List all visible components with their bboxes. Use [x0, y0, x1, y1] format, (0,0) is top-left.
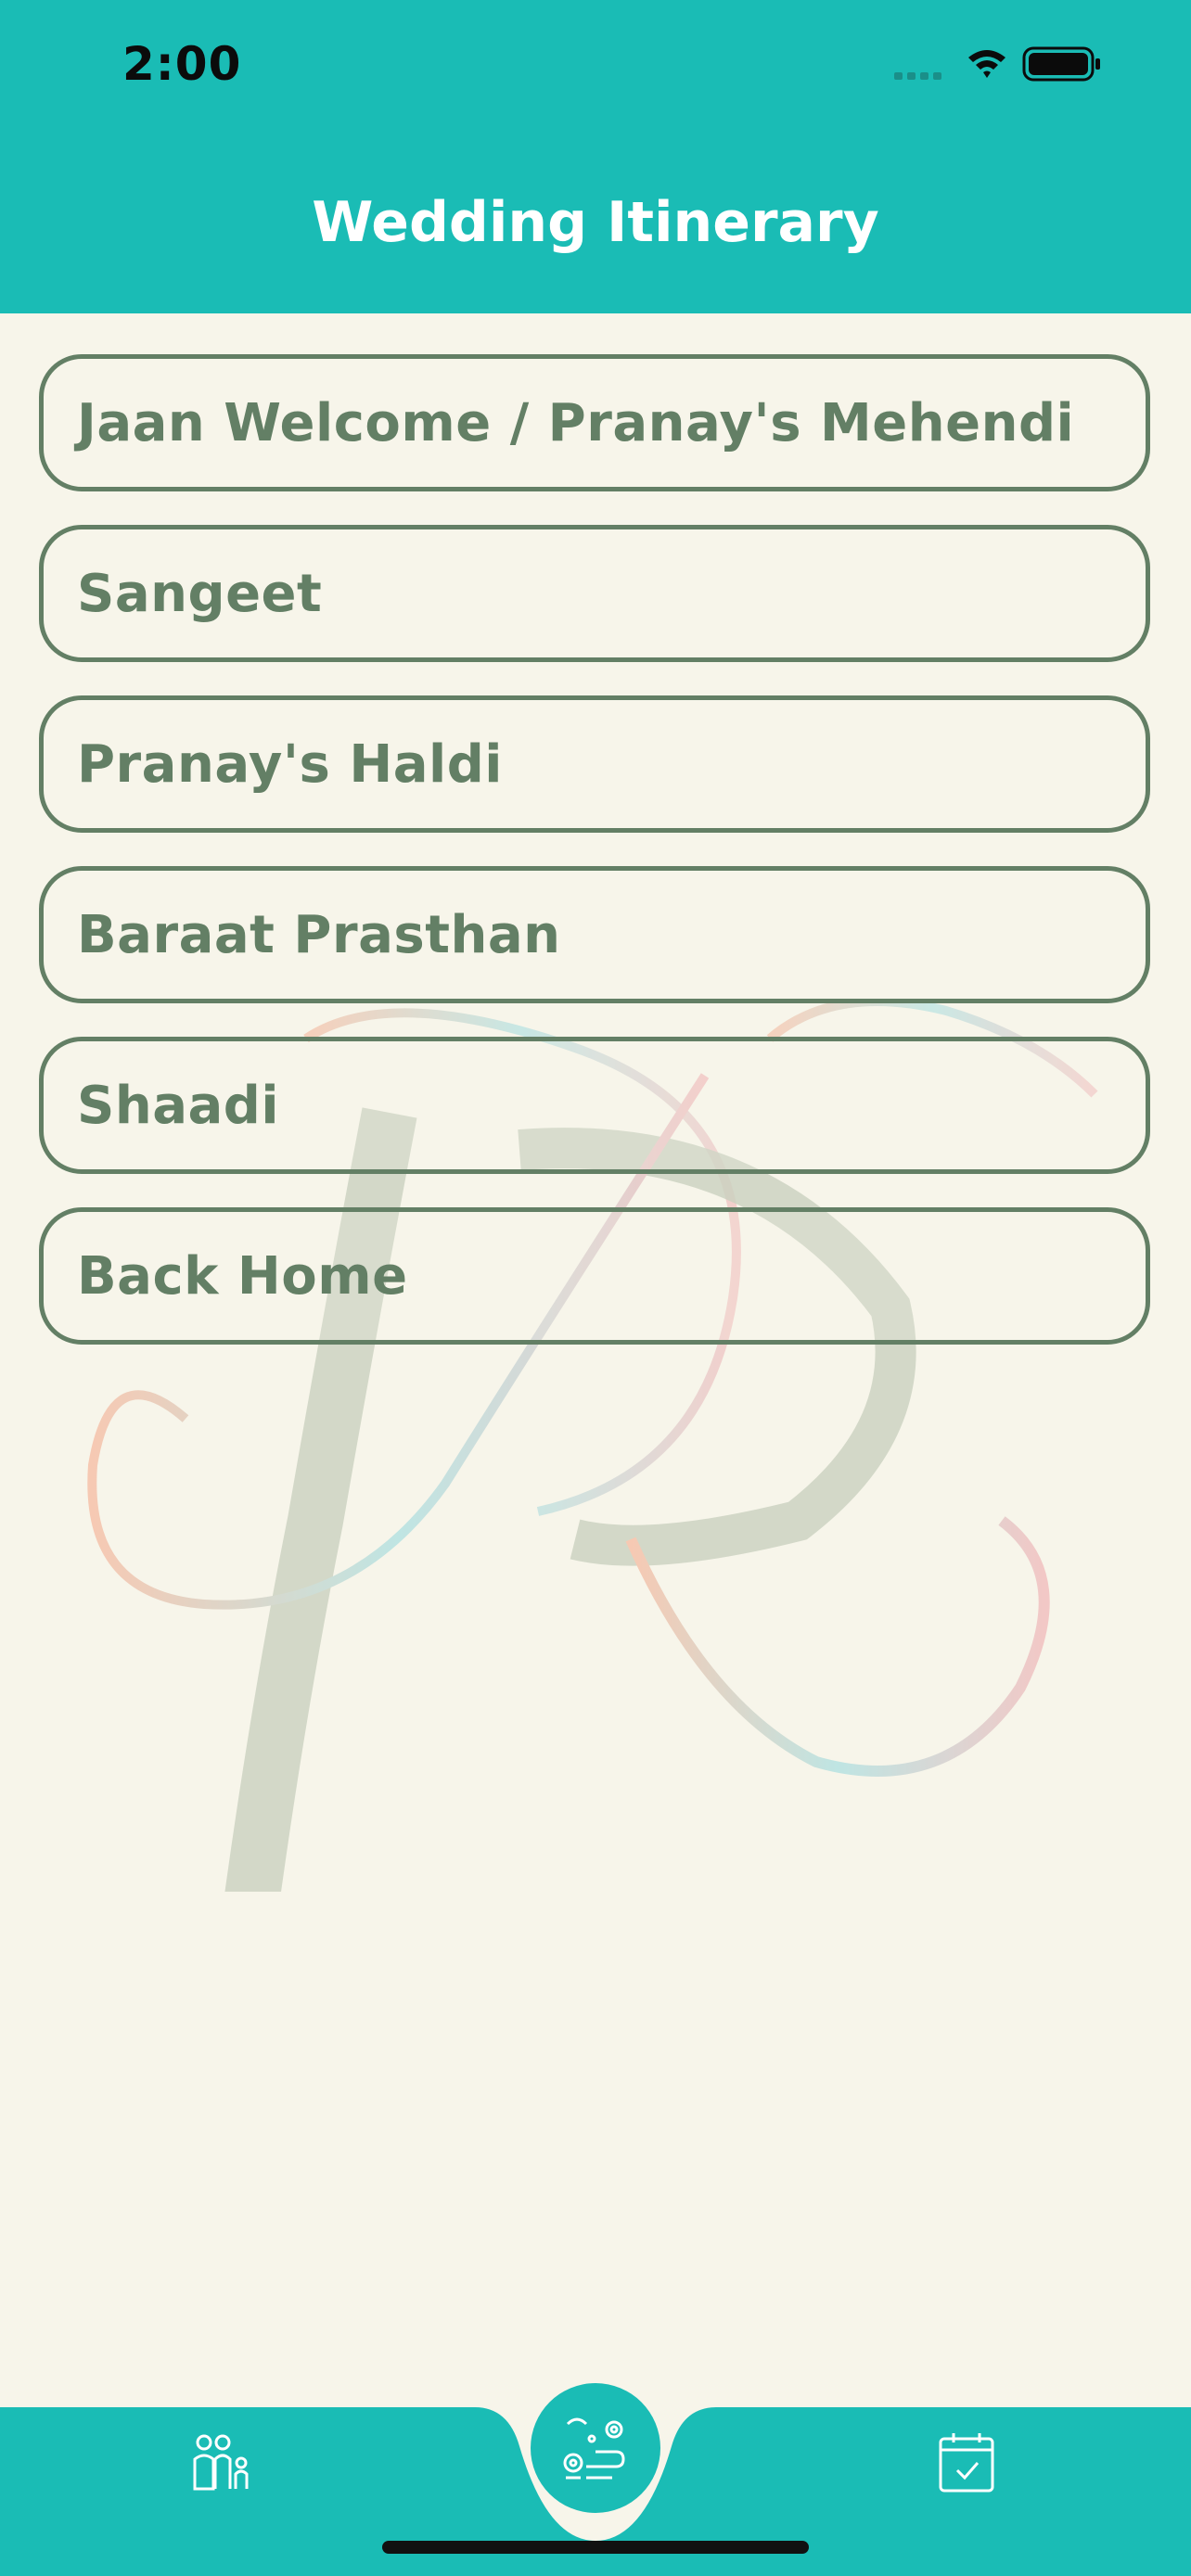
app-header: 2:00 Wedding Itinerary: [0, 0, 1191, 313]
cellular-signal-icon: [894, 72, 941, 80]
tab-family[interactable]: [186, 2429, 260, 2507]
itinerary-item-baraat-prasthan[interactable]: Baraat Prasthan: [39, 866, 1150, 1003]
battery-icon: [1022, 46, 1100, 82]
tab-calendar[interactable]: [937, 2429, 996, 2498]
calendar-check-icon: [939, 2433, 994, 2493]
status-icons: [894, 46, 1100, 82]
itinerary-item-shaadi[interactable]: Shaadi: [39, 1037, 1150, 1174]
itinerary-item-sangeet[interactable]: Sangeet: [39, 525, 1150, 662]
itinerary-item-haldi[interactable]: Pranay's Haldi: [39, 695, 1150, 833]
wifi-icon: [968, 50, 1005, 78]
tab-itinerary[interactable]: [531, 2383, 660, 2513]
itinerary-route-icon: [563, 2417, 625, 2480]
itinerary-item-back-home[interactable]: Back Home: [39, 1207, 1150, 1345]
itinerary-item-jaan-welcome[interactable]: Jaan Welcome / Pranay's Mehendi: [39, 354, 1150, 491]
home-indicator[interactable]: [382, 2541, 809, 2554]
page-title: Wedding Itinerary: [312, 190, 879, 255]
itinerary-list: Jaan Welcome / Pranay's Mehendi Sangeet …: [39, 354, 1150, 1378]
status-time: 2:00: [122, 37, 242, 91]
family-icon: [193, 2434, 249, 2491]
